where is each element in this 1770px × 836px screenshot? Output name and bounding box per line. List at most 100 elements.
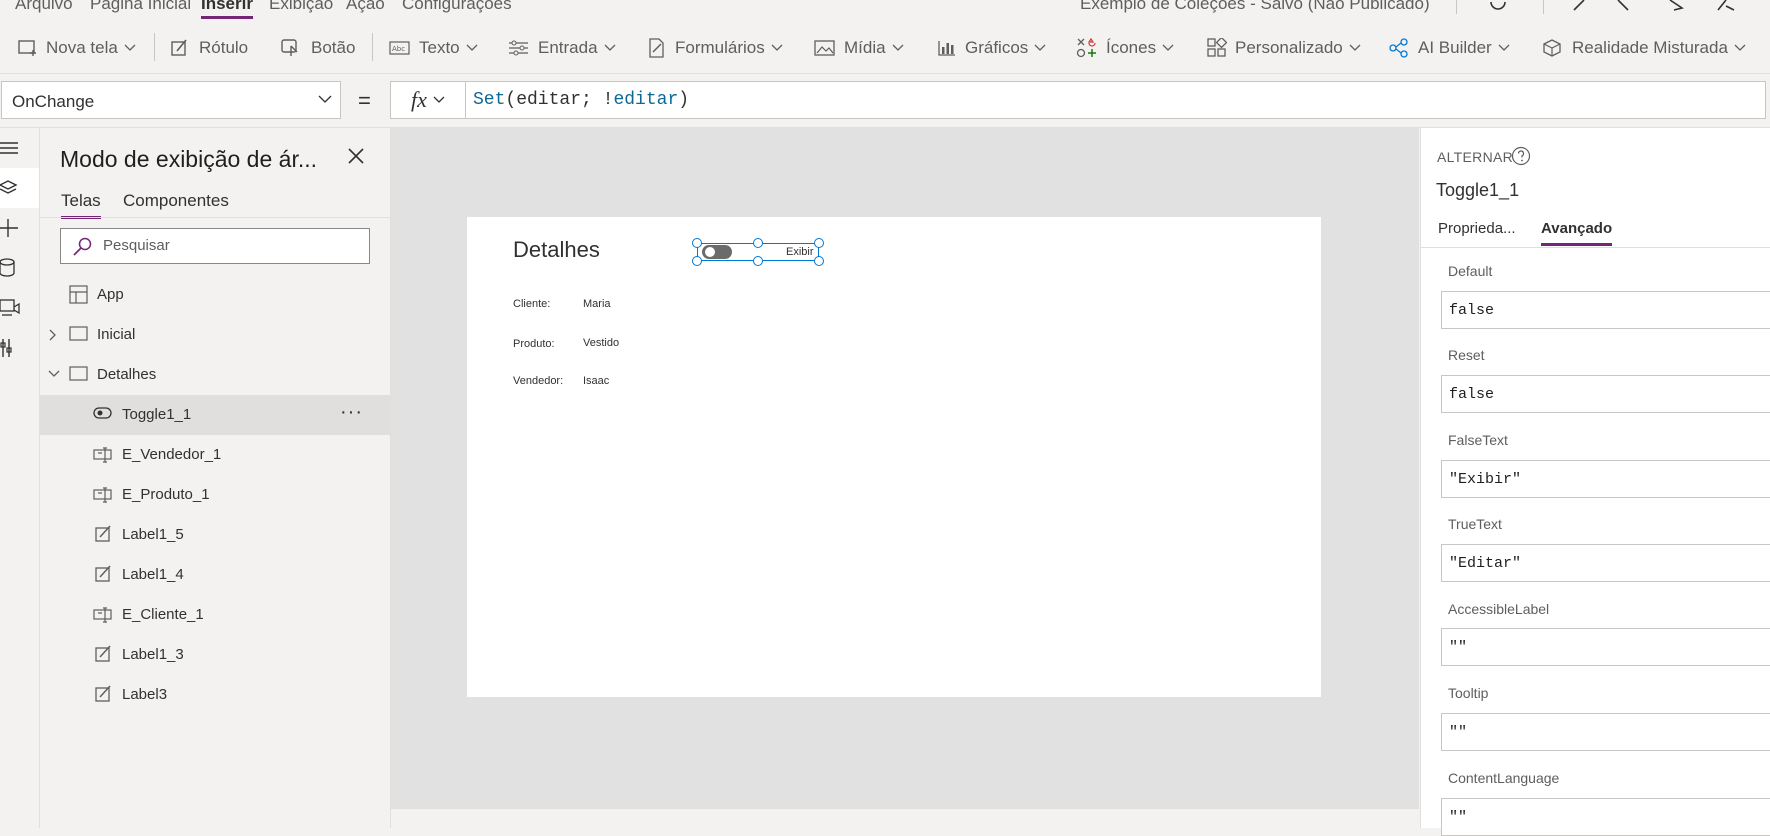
botao-button[interactable]: Botão bbox=[281, 37, 355, 59]
entrada-button[interactable]: Entrada bbox=[508, 37, 624, 59]
menu-inserir[interactable]: Inserir bbox=[201, 0, 253, 19]
formula-function: Set bbox=[473, 90, 506, 110]
resize-handle[interactable] bbox=[753, 256, 763, 266]
rail-menu[interactable] bbox=[0, 128, 39, 168]
chevron-down-icon bbox=[1734, 44, 1746, 51]
cliente-label[interactable]: Cliente: bbox=[513, 298, 550, 310]
cliente-value[interactable]: Maria bbox=[583, 298, 611, 310]
tree-item-e-cliente-1[interactable]: E_Cliente_1 bbox=[40, 595, 390, 635]
document-title: Exemplo de Coleções - Salvo (Não Publica… bbox=[1080, 0, 1430, 13]
hamburger-icon bbox=[0, 142, 18, 154]
tree-item-detalhes[interactable]: Detalhes bbox=[40, 355, 390, 395]
label-icon bbox=[95, 645, 111, 662]
formularios-button[interactable]: Formulários bbox=[647, 37, 791, 59]
formularios-label: Formulários bbox=[675, 38, 765, 57]
tree-item-label1-4[interactable]: Label1_4 bbox=[40, 555, 390, 595]
ai-builder-button[interactable]: AI Builder bbox=[1388, 37, 1518, 59]
tab-avancado[interactable]: Avançado bbox=[1541, 220, 1613, 246]
menu-pagina-inicial[interactable]: Página Inicial bbox=[90, 0, 191, 14]
menu-acao[interactable]: Ação bbox=[346, 0, 385, 14]
close-icon[interactable] bbox=[348, 148, 364, 164]
menu-arquivo[interactable]: Arquivo bbox=[15, 0, 73, 14]
fx-button[interactable]: fx bbox=[391, 82, 466, 118]
chevron-right-icon[interactable] bbox=[48, 329, 58, 341]
rail-media[interactable] bbox=[0, 288, 39, 328]
chevron-down-icon bbox=[892, 44, 904, 51]
formula-text[interactable]: Set(editar; !editar) bbox=[473, 90, 689, 110]
vendedor-value[interactable]: Isaac bbox=[583, 375, 609, 387]
rail-insert[interactable] bbox=[0, 208, 39, 248]
rail-tree-view[interactable] bbox=[0, 168, 39, 208]
button-icon bbox=[281, 39, 298, 56]
tree-item-label3[interactable]: Label3 bbox=[40, 675, 390, 715]
resize-handle[interactable] bbox=[692, 256, 702, 266]
resize-handle[interactable] bbox=[814, 238, 824, 248]
tree-item-label1-5[interactable]: Label1_5 bbox=[40, 515, 390, 555]
help-icon[interactable] bbox=[1511, 146, 1531, 166]
prop-reset-label: Reset bbox=[1448, 347, 1485, 363]
refresh-icon[interactable] bbox=[1488, 0, 1508, 12]
canvas-status-strip bbox=[391, 808, 1419, 829]
resize-handle[interactable] bbox=[753, 238, 763, 248]
control-name[interactable]: Toggle1_1 bbox=[1436, 180, 1519, 201]
search-input[interactable] bbox=[103, 237, 358, 254]
screen-title-label[interactable]: Detalhes bbox=[513, 237, 600, 263]
property-dropdown[interactable]: OnChange bbox=[1, 81, 341, 119]
prop-reset-input[interactable]: false bbox=[1441, 375, 1770, 413]
formula-input-box[interactable]: fx Set(editar; !editar) bbox=[390, 81, 1766, 119]
tree-item-e-vendedor-1[interactable]: E_Vendedor_1 bbox=[40, 435, 390, 475]
prop-default-input[interactable]: false bbox=[1441, 291, 1770, 329]
chevron-down-icon[interactable] bbox=[48, 369, 60, 379]
tab-telas[interactable]: Telas bbox=[61, 191, 101, 219]
menu-bar: Arquivo Página Inicial Inserir Exibição … bbox=[0, 0, 1770, 20]
tree-item-inicial[interactable]: Inicial bbox=[40, 315, 390, 355]
icones-button[interactable]: Ícones bbox=[1076, 37, 1182, 59]
prop-accessiblelabel-input[interactable]: "" bbox=[1441, 628, 1770, 666]
resize-handle[interactable] bbox=[692, 238, 702, 248]
formula-args: (editar; ! bbox=[505, 90, 614, 110]
personalizado-button[interactable]: Personalizado bbox=[1207, 37, 1369, 59]
tab-componentes[interactable]: Componentes bbox=[123, 191, 229, 211]
midia-button[interactable]: Mídia bbox=[814, 37, 912, 59]
prop-truetext-value: "Editar" bbox=[1449, 555, 1522, 572]
undo-icon[interactable] bbox=[1572, 0, 1588, 12]
formula-close: ) bbox=[678, 90, 690, 110]
formula-variable-ref: editar bbox=[613, 90, 679, 110]
tree-item-app[interactable]: App bbox=[40, 275, 390, 315]
menu-configuracoes[interactable]: Configurações bbox=[402, 0, 512, 14]
resize-handle[interactable] bbox=[814, 256, 824, 266]
prop-tooltip-input[interactable]: "" bbox=[1441, 713, 1770, 751]
search-box[interactable] bbox=[60, 228, 370, 264]
vendedor-label[interactable]: Vendedor: bbox=[513, 375, 563, 387]
tree-item-label1-3[interactable]: Label1_3 bbox=[40, 635, 390, 675]
more-options-icon[interactable]: ··· bbox=[340, 401, 363, 424]
prop-default-label: Default bbox=[1448, 263, 1493, 279]
app-screen-detalhes[interactable]: Detalhes Cliente: Maria Produto: Vestido… bbox=[467, 217, 1321, 697]
produto-value[interactable]: Vestido bbox=[583, 337, 619, 349]
prop-contentlanguage-input[interactable]: "" bbox=[1441, 798, 1770, 836]
realidade-misturada-button[interactable]: Realidade Misturada bbox=[1542, 37, 1754, 59]
tab-propriedades[interactable]: Proprieda... bbox=[1438, 220, 1516, 237]
prop-falsetext-input[interactable]: "Exibir" bbox=[1441, 460, 1770, 498]
tree-item-label: E_Produto_1 bbox=[122, 486, 210, 503]
share-icon[interactable] bbox=[1716, 0, 1738, 12]
rail-tools[interactable] bbox=[0, 328, 39, 368]
tree-item-toggle1-1[interactable]: Toggle1_1 ··· bbox=[40, 395, 390, 435]
produto-label[interactable]: Produto: bbox=[513, 338, 555, 350]
redo-icon[interactable] bbox=[1616, 0, 1632, 12]
tree-item-label: Label1_4 bbox=[122, 566, 184, 583]
chevron-down-icon bbox=[1349, 44, 1361, 51]
toggle-track[interactable] bbox=[702, 245, 732, 259]
play-icon[interactable] bbox=[1668, 0, 1684, 12]
texto-button[interactable]: Abc Texto bbox=[389, 37, 486, 59]
tree-item-e-produto-1[interactable]: E_Produto_1 bbox=[40, 475, 390, 515]
prop-truetext-input[interactable]: "Editar" bbox=[1441, 544, 1770, 582]
graficos-button[interactable]: Gráficos bbox=[937, 37, 1054, 59]
rail-data[interactable] bbox=[0, 248, 39, 288]
toggle-icon bbox=[93, 407, 112, 419]
nova-tela-button[interactable]: Nova tela bbox=[18, 37, 144, 59]
rotulo-label: Rótulo bbox=[199, 38, 249, 57]
database-icon bbox=[0, 258, 15, 277]
menu-exibicao[interactable]: Exibição bbox=[269, 0, 333, 14]
rotulo-button[interactable]: Rótulo bbox=[171, 37, 248, 59]
